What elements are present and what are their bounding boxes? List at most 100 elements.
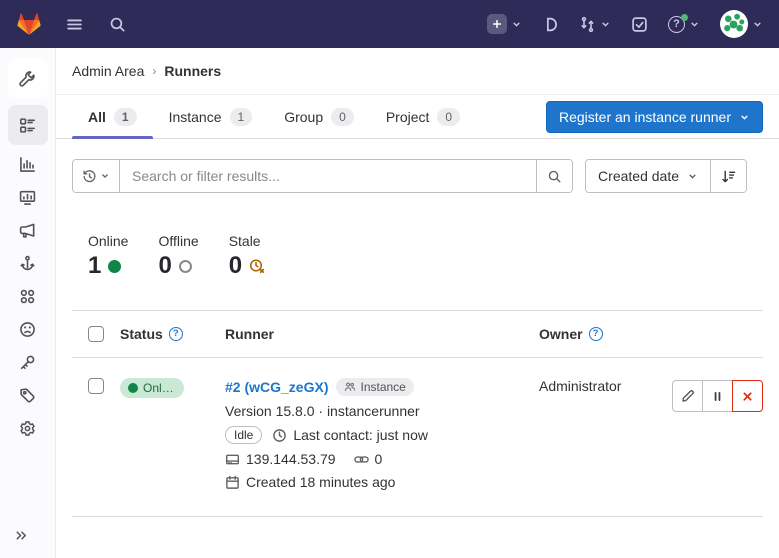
runner-ip-address: 139.144.53.79 (246, 451, 336, 467)
runner-version-line: Version 15.8.0 · instancerunner (225, 403, 523, 419)
calendar-icon (225, 475, 240, 490)
runner-detail-link[interactable]: #2 (wCG_zeGX) (225, 379, 328, 395)
user-menu-button[interactable] (718, 8, 765, 40)
filter-toolbar: Created date (72, 159, 763, 193)
runners-table: Status ? Runner Owner ? Online (72, 310, 763, 517)
todo-check-icon (631, 16, 648, 33)
chevron-down-icon (687, 171, 698, 182)
search-submit-button[interactable] (536, 160, 572, 192)
ip-address-icon (225, 452, 240, 467)
issues-button[interactable] (540, 14, 561, 35)
tab-group[interactable]: Group 0 (268, 95, 370, 138)
hamburger-menu-button[interactable] (64, 14, 85, 35)
notification-dot (681, 14, 688, 21)
stat-online-label: Online (88, 233, 128, 249)
sidebar-item-messages[interactable] (11, 214, 45, 246)
tab-instance-label: Instance (169, 109, 222, 125)
hamburger-icon (66, 16, 83, 33)
gear-icon (19, 420, 36, 437)
search-history-dropdown[interactable] (73, 160, 120, 192)
admin-sidebar (0, 48, 56, 558)
tab-all-label: All (88, 109, 106, 125)
breadcrumb: Admin Area › Runners (56, 48, 779, 95)
sidebar-item-analytics[interactable] (11, 148, 45, 180)
chevron-down-icon (689, 19, 700, 30)
pause-runner-button[interactable] (702, 380, 733, 412)
breadcrumb-runners: Runners (164, 63, 221, 79)
key-icon (19, 354, 36, 371)
sort-by-dropdown[interactable]: Created date (586, 160, 710, 192)
tab-project-label: Project (386, 109, 430, 125)
owner-help-icon[interactable]: ? (589, 327, 603, 341)
offline-status-icon (179, 260, 192, 273)
runner-online-badge: Online (120, 378, 184, 398)
select-runner-checkbox[interactable] (88, 378, 104, 394)
runner-actions (672, 380, 763, 412)
main-content: Admin Area › Runners All 1 Instance 1 Gr… (56, 48, 779, 558)
chevron-down-icon (600, 19, 611, 30)
sidebar-collapse-button[interactable] (14, 528, 29, 546)
bar-chart-icon (19, 156, 36, 173)
register-instance-runner-button[interactable]: Register an instance runner (546, 101, 763, 133)
sidebar-item-settings[interactable] (11, 412, 45, 444)
runner-job-status-badge: Idle (225, 426, 262, 444)
runner-online-badge-label: Online (143, 381, 176, 395)
sort-descending-icon (721, 169, 736, 184)
runner-type-badge: Instance (336, 378, 413, 396)
global-search-button[interactable] (107, 14, 128, 35)
sidebar-item-abuse-reports[interactable] (11, 313, 45, 345)
new-item-menu-button[interactable] (485, 12, 524, 36)
wrench-icon (19, 70, 36, 87)
tab-group-label: Group (284, 109, 323, 125)
sidebar-item-overview[interactable] (8, 105, 48, 145)
search-input[interactable] (120, 160, 536, 192)
applications-grid-icon (19, 288, 36, 305)
runner-type-badge-label: Instance (360, 380, 405, 394)
stat-stale-value: 0 (229, 252, 242, 280)
sidebar-item-monitoring[interactable] (11, 181, 45, 213)
tab-project[interactable]: Project 0 (370, 95, 476, 138)
stat-offline-label: Offline (158, 233, 198, 249)
status-column-header: Status (120, 326, 163, 342)
runner-type-tabs: All 1 Instance 1 Group 0 Project 0 Regis… (56, 95, 779, 139)
tab-all-count-badge: 1 (114, 108, 137, 126)
runner-linked-projects-count: 0 (375, 451, 383, 467)
tab-instance-count-badge: 1 (230, 108, 253, 126)
edit-runner-button[interactable] (672, 380, 703, 412)
stat-stale: Stale 0 (229, 233, 265, 280)
issues-icon (542, 16, 559, 33)
chevron-down-icon (100, 171, 110, 181)
sidebar-item-labels[interactable] (11, 379, 45, 411)
chevron-down-icon (739, 112, 750, 123)
labels-tag-icon (19, 387, 36, 404)
search-icon (109, 16, 126, 33)
tab-instance[interactable]: Instance 1 (153, 95, 269, 138)
sidebar-item-system-hooks[interactable] (11, 247, 45, 279)
close-x-icon (741, 390, 754, 403)
sidebar-item-deploy-keys[interactable] (11, 346, 45, 378)
online-dot-icon (128, 383, 138, 393)
breadcrumb-admin-area[interactable]: Admin Area (72, 63, 144, 79)
runner-status-stats: Online 1 Offline 0 Stale 0 (72, 233, 763, 280)
status-help-icon[interactable]: ? (169, 327, 183, 341)
register-button-label: Register an instance runner (559, 109, 731, 125)
todos-button[interactable] (629, 14, 650, 35)
owner-column-header: Owner (539, 326, 583, 342)
overview-list-icon (19, 117, 36, 134)
stat-stale-label: Stale (229, 233, 265, 249)
user-avatar (720, 10, 748, 38)
gitlab-logo-icon[interactable] (16, 12, 42, 36)
help-menu-button[interactable]: ? (666, 14, 702, 35)
sidebar-item-applications[interactable] (11, 280, 45, 312)
double-chevron-right-icon (14, 528, 29, 543)
tab-all[interactable]: All 1 (72, 95, 153, 138)
chevron-down-icon (511, 19, 522, 30)
delete-runner-button[interactable] (732, 380, 763, 412)
sidebar-item-admin-overview[interactable] (8, 58, 48, 98)
sort-direction-button[interactable] (710, 160, 746, 192)
people-icon (344, 381, 356, 393)
runner-owner: Administrator (539, 378, 621, 394)
merge-requests-menu-button[interactable] (577, 14, 613, 35)
select-all-checkbox[interactable] (88, 326, 104, 342)
tab-project-count-badge: 0 (437, 108, 460, 126)
